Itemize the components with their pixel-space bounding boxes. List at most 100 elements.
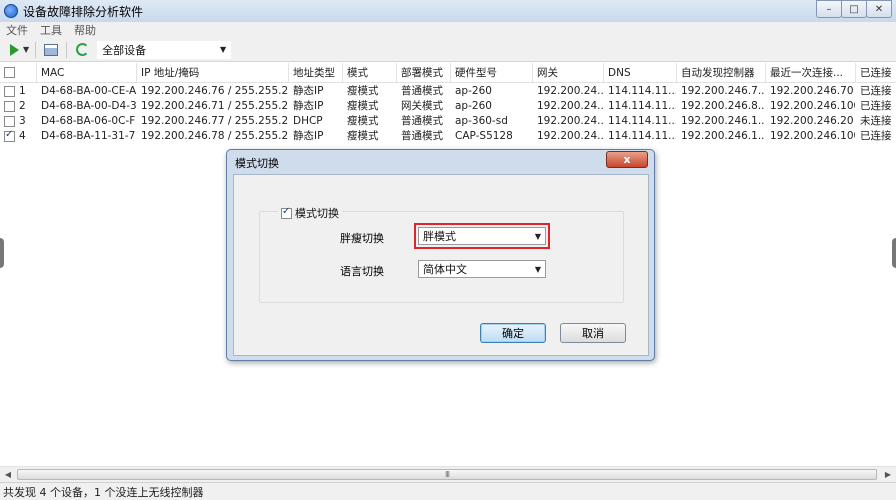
cell-ip: 192.200.246.76 / 255.255.25... — [141, 85, 288, 97]
column-header-last-connection[interactable]: 最近一次连接... — [765, 63, 855, 83]
scrollbar-grip: III — [444, 470, 450, 479]
cell-hardware-model: ap-260 — [455, 85, 492, 97]
cell-mode: 瘦模式 — [347, 85, 379, 97]
cell-address-type: 静态IP — [293, 100, 324, 112]
column-header-mode[interactable]: 模式 — [342, 63, 396, 83]
play-icon[interactable] — [10, 43, 19, 56]
cell-hardware-model: ap-260 — [455, 100, 492, 112]
menu-tools[interactable]: 工具 — [34, 22, 68, 38]
cell-deploy-mode: 普通模式 — [401, 130, 443, 142]
play-dropdown-icon[interactable]: ▼ — [23, 45, 29, 54]
cell-address-type: DHCP — [293, 115, 323, 127]
close-window-button[interactable]: ✕ — [866, 0, 892, 18]
row-checkbox[interactable] — [4, 116, 15, 127]
column-header-hardware-model[interactable]: 硬件型号 — [450, 63, 532, 83]
menu-bar: 文件 工具 帮助 — [0, 22, 896, 38]
maximize-button[interactable]: □ — [841, 0, 867, 18]
dialog-body: 模式切换 胖瘦切换 胖模式 ▼ 语言切换 简体中文 ▼ 确定 取消 — [233, 174, 649, 356]
cell-hardware-model: CAP-S5128 — [455, 130, 513, 142]
refresh-icon — [75, 43, 89, 56]
cell-dns: 114.114.11... — [608, 115, 676, 127]
row-checkbox[interactable] — [4, 129, 15, 142]
view-grid-button[interactable] — [42, 41, 60, 59]
cell-dns: 114.114.11... — [608, 130, 676, 142]
fit-thin-mode-select[interactable]: 胖模式 ▼ — [418, 227, 546, 245]
language-switch-label: 语言切换 — [340, 265, 384, 278]
row-checkbox[interactable] — [4, 101, 15, 112]
mode-switch-legend[interactable]: 模式切换 — [278, 205, 342, 221]
cell-auto-discover: 192.200.246.7... — [681, 85, 765, 97]
cell-auto-discover: 192.200.246.8... — [681, 100, 765, 112]
cell-mode: 瘦模式 — [347, 100, 379, 112]
select-all-checkbox[interactable] — [4, 67, 15, 78]
chevron-down-icon: ▼ — [534, 231, 541, 241]
device-filter-select[interactable]: 全部设备 ▼ — [97, 40, 232, 59]
cell-mac: D4-68-BA-11-31-72 — [41, 130, 136, 142]
scrollbar-thumb[interactable]: III — [17, 469, 877, 480]
horizontal-scrollbar[interactable]: ◀ III ▶ — [0, 466, 896, 482]
cell-last-connection: 192.200.246.100 — [770, 100, 855, 112]
cell-address-type: 静态IP — [293, 130, 324, 142]
cell-last-connection: 192.200.246.20 — [770, 115, 854, 127]
left-edge-handle — [0, 238, 4, 268]
row-checkbox[interactable] — [4, 86, 15, 97]
row-index: 3 — [19, 115, 26, 127]
scroll-right-button[interactable]: ▶ — [880, 467, 896, 482]
cell-mac: D4-68-BA-00-D4-37 — [41, 100, 136, 112]
language-select[interactable]: 简体中文 ▼ — [418, 260, 546, 278]
cancel-button[interactable]: 取消 — [560, 323, 626, 343]
column-header-address-type[interactable]: 地址类型 — [288, 63, 342, 83]
refresh-button[interactable] — [73, 41, 91, 59]
column-header-auto-discover[interactable]: 自动发现控制器 — [676, 63, 765, 83]
cell-last-connection: 192.200.246.70 — [770, 85, 854, 97]
cell-auto-discover: 192.200.246.1... — [681, 115, 765, 127]
cell-ip: 192.200.246.71 / 255.255.25... — [141, 100, 288, 112]
cell-mac: D4-68-BA-00-CE-A1 — [41, 85, 136, 97]
cell-deploy-mode: 普通模式 — [401, 115, 443, 127]
title-bar: 设备故障排除分析软件 – □ ✕ — [0, 0, 896, 22]
column-header-deploy-mode[interactable]: 部署模式 — [396, 63, 450, 83]
cell-deploy-mode: 网关模式 — [401, 100, 443, 112]
device-filter-value: 全部设备 — [102, 43, 147, 57]
dialog-close-button[interactable]: x — [606, 151, 648, 168]
ok-button[interactable]: 确定 — [480, 323, 546, 343]
right-edge-handle — [892, 238, 896, 268]
table-row[interactable]: 3 D4-68-BA-06-0C-FE 192.200.246.77 / 255.2… — [0, 114, 896, 129]
mode-switch-dialog: 模式切换 x 模式切换 胖瘦切换 胖模式 ▼ 语言切换 简体中文 ▼ 确定 取消 — [226, 149, 655, 361]
scroll-left-button[interactable]: ◀ — [0, 467, 16, 482]
app-icon — [4, 4, 18, 18]
mode-switch-checkbox[interactable] — [281, 206, 292, 219]
fit-thin-mode-value: 胖模式 — [423, 230, 456, 243]
minimize-button[interactable]: – — [816, 0, 842, 18]
row-index: 1 — [19, 85, 26, 97]
table-row[interactable]: 1 D4-68-BA-00-CE-A1 192.200.246.76 / 255.2… — [0, 84, 896, 99]
menu-file[interactable]: 文件 — [0, 22, 34, 38]
cell-mode: 瘦模式 — [347, 130, 379, 142]
dialog-title: 模式切换 — [235, 157, 279, 170]
column-header-gateway[interactable]: 网关 — [532, 63, 603, 83]
language-value: 简体中文 — [423, 263, 467, 276]
cell-connected: 已连接 — [860, 85, 892, 97]
column-header-mac[interactable]: MAC — [36, 63, 136, 83]
table-row[interactable]: 2 D4-68-BA-00-D4-37 192.200.246.71 / 255.2… — [0, 99, 896, 114]
column-header-dns[interactable]: DNS — [603, 63, 676, 83]
cell-address-type: 静态IP — [293, 85, 324, 97]
window-controls: – □ ✕ — [816, 0, 892, 18]
column-header-ip[interactable]: IP 地址/掩码 — [136, 63, 288, 83]
cell-last-connection: 192.200.246.100 — [770, 130, 855, 142]
menu-help[interactable]: 帮助 — [68, 22, 102, 38]
cell-auto-discover: 192.200.246.1... — [681, 130, 765, 142]
window-title: 设备故障排除分析软件 — [23, 4, 144, 19]
chevron-down-icon: ▼ — [534, 264, 541, 274]
column-header-connected[interactable]: 已连接 — [855, 63, 896, 83]
cell-dns: 114.114.11... — [608, 100, 676, 112]
cell-mode: 瘦模式 — [347, 115, 379, 127]
cell-ip: 192.200.246.78 / 255.255.25... — [141, 130, 288, 142]
cell-mac: D4-68-BA-06-0C-FE — [41, 115, 136, 127]
toolbar: ▼ 全部设备 ▼ — [0, 38, 896, 62]
cell-gateway: 192.200.24... — [537, 85, 603, 97]
row-index: 2 — [19, 100, 26, 112]
table-row[interactable]: 4 D4-68-BA-11-31-72 192.200.246.78 / 255.2… — [0, 129, 896, 144]
chevron-down-icon: ▼ — [220, 45, 227, 54]
grid-view-icon — [44, 43, 59, 56]
